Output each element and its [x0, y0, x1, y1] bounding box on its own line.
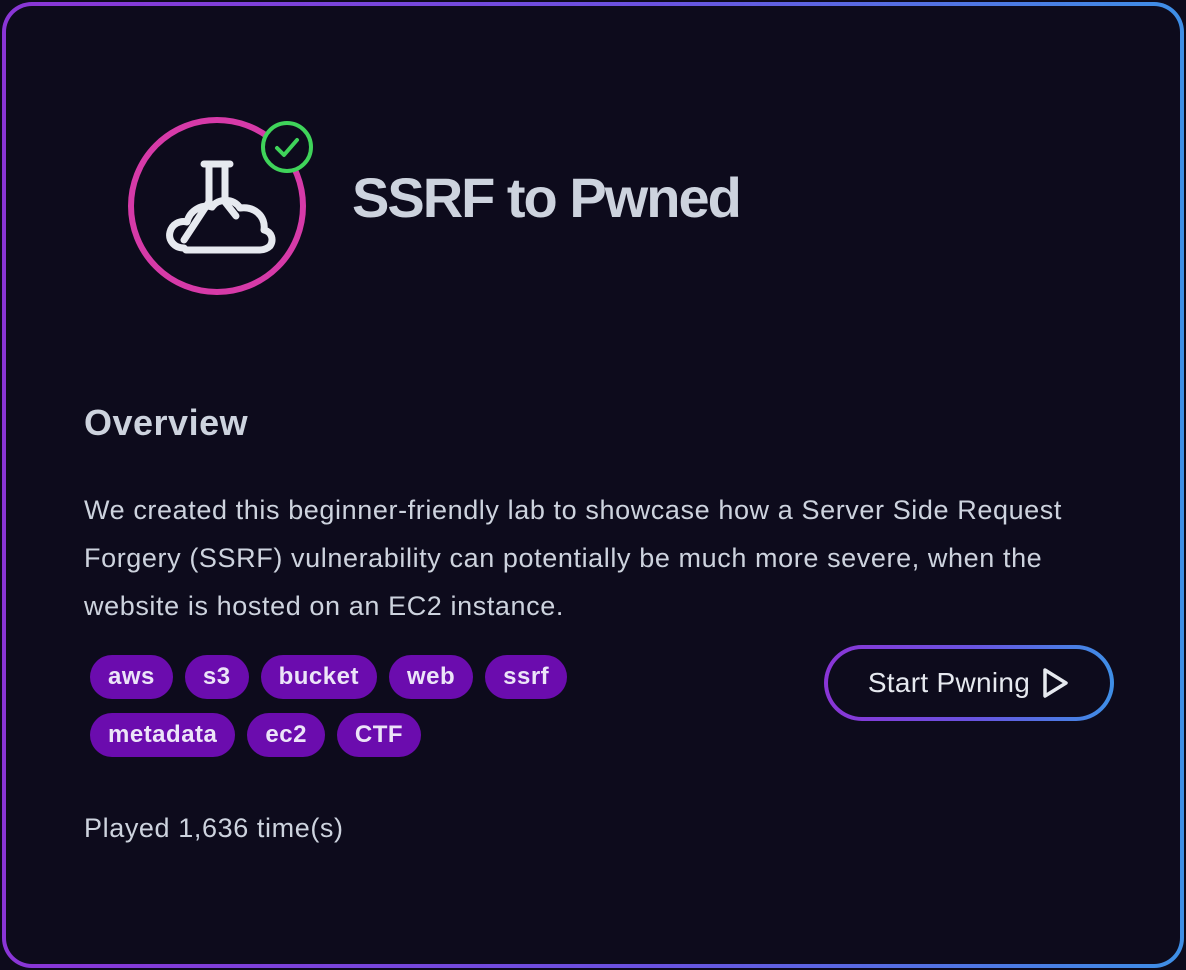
played-count: Played 1,636 time(s): [84, 813, 344, 843]
tag-ctf[interactable]: CTF: [336, 713, 422, 757]
lab-card-border: SSRF to Pwned Overview We created this b…: [2, 2, 1184, 968]
lab-card: SSRF to Pwned Overview We created this b…: [6, 6, 1180, 964]
start-pwning-label: Start Pwning: [867, 667, 1031, 698]
overview-heading: Overview: [84, 402, 249, 443]
tag-bucket[interactable]: bucket: [260, 655, 377, 699]
tag-aws[interactable]: aws: [90, 655, 173, 699]
tag-list: aws s3 bucket web ssrf metadata ec2 CTF: [90, 655, 630, 757]
overview-description: We created this beginner-friendly lab to…: [84, 495, 1063, 621]
tag-metadata[interactable]: metadata: [90, 713, 236, 757]
lab-title: SSRF to Pwned: [352, 166, 742, 229]
tag-s3[interactable]: s3: [184, 655, 249, 699]
play-icon: [1043, 668, 1068, 698]
start-pwning-button[interactable]: Start Pwning: [824, 645, 1114, 721]
tag-web[interactable]: web: [388, 655, 474, 699]
tag-ssrf[interactable]: ssrf: [485, 655, 568, 699]
tag-ec2[interactable]: ec2: [247, 713, 325, 757]
start-pwning-button-inner[interactable]: Start Pwning: [828, 649, 1110, 717]
checkmark-circle-icon: [261, 121, 313, 173]
